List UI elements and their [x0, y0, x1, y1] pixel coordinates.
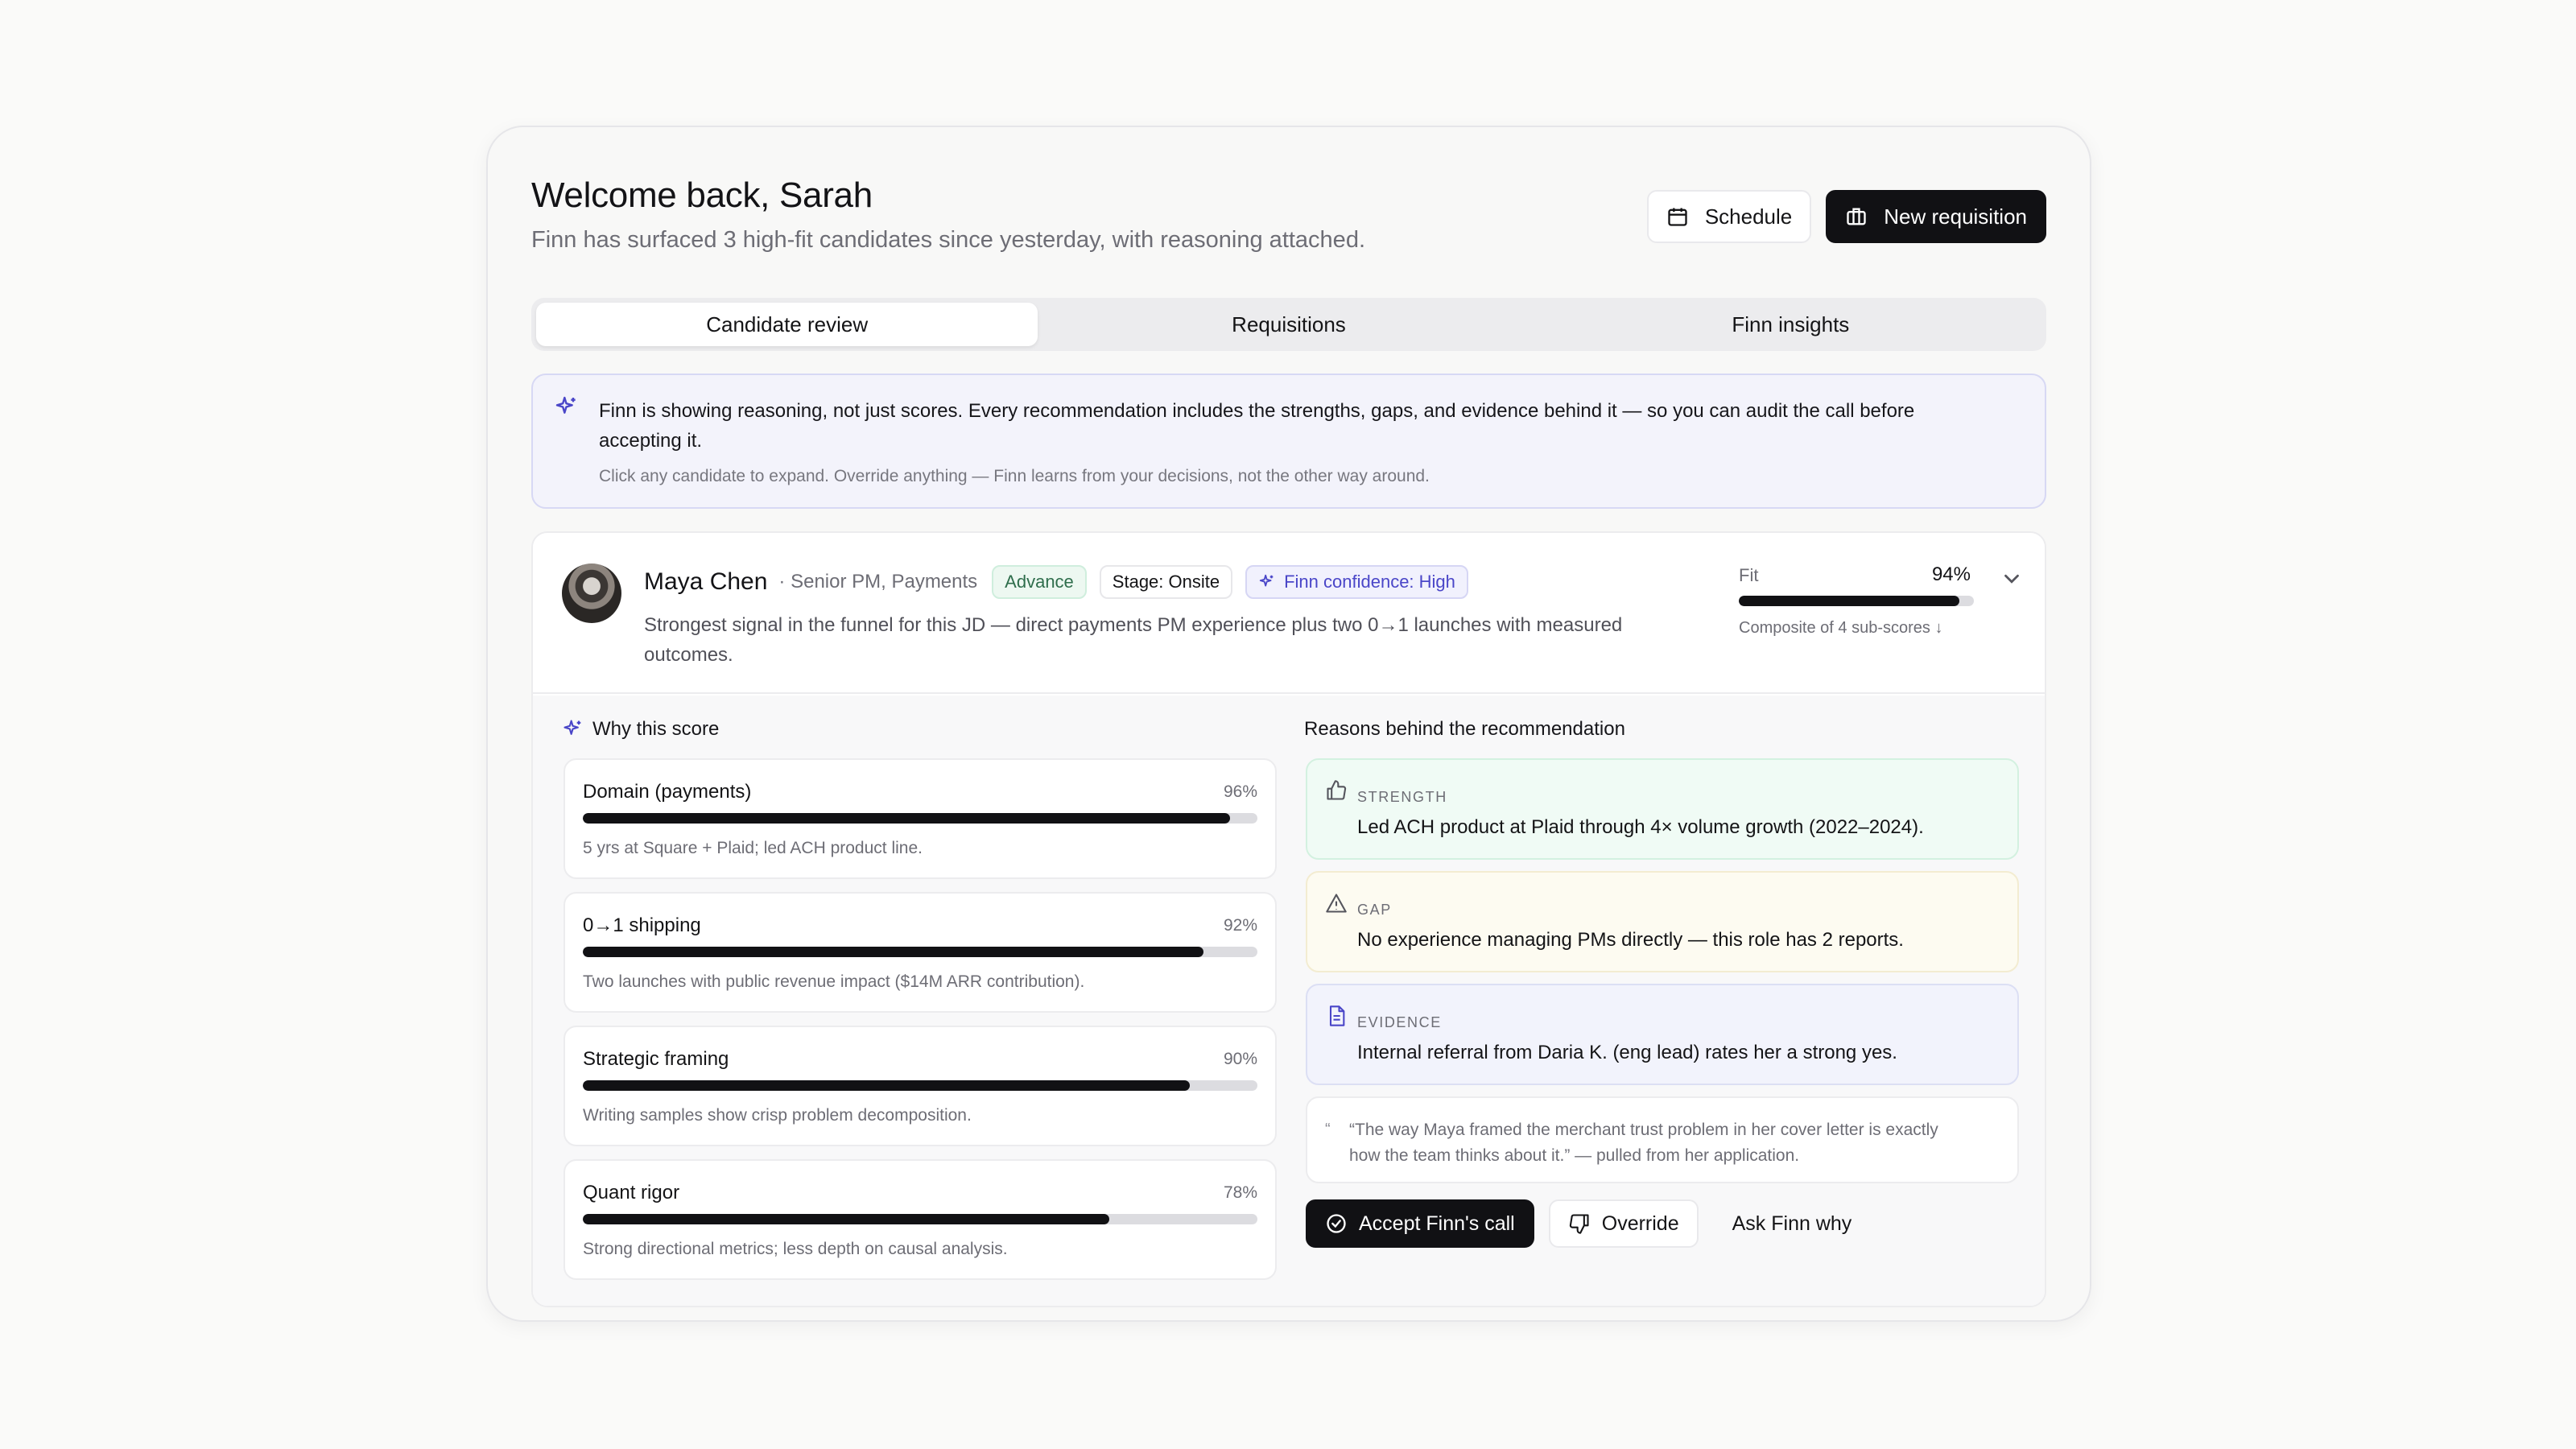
- sub-score-pct: 92%: [1223, 916, 1257, 935]
- fit-bar: [1739, 596, 1974, 606]
- accept-label: Accept Finn's call: [1359, 1212, 1515, 1235]
- sub-score-domain: Domain (payments) 96% 5 yrs at Square + …: [564, 758, 1277, 879]
- sub-score-note: Writing samples show crisp problem decom…: [583, 1106, 972, 1125]
- reason-text: Led ACH product at Plaid through 4× volu…: [1357, 816, 1924, 838]
- quote-icon: “: [1325, 1121, 1331, 1138]
- app-window: Welcome back, Sarah Finn has surfaced 3 …: [486, 126, 2091, 1322]
- tab-requisitions[interactable]: Requisitions: [1038, 303, 1539, 346]
- sub-score-bar-fill: [583, 813, 1231, 824]
- fit-bar-fill: [1739, 596, 1960, 606]
- tab-bar: Candidate review Requisitions Finn insig…: [531, 298, 2046, 351]
- reason-text: No experience managing PMs directly — th…: [1357, 929, 1904, 951]
- new-requisition-label: New requisition: [1884, 204, 2027, 229]
- reason-kind: STRENGTH: [1357, 789, 1447, 805]
- schedule-button[interactable]: Schedule: [1646, 190, 1812, 243]
- page-header: Welcome back, Sarah Finn has surfaced 3 …: [531, 175, 2046, 272]
- candidate-card-header[interactable]: Maya Chen · Senior PM, Payments Advance …: [533, 533, 2045, 694]
- tab-candidate-review[interactable]: Candidate review: [536, 303, 1038, 346]
- thumbs-down-icon: [1569, 1214, 1589, 1234]
- sub-score-pct: 90%: [1223, 1050, 1257, 1068]
- reason-list: STRENGTH Led ACH product at Plaid throug…: [1306, 758, 2019, 1248]
- quote-text: “The way Maya framed the merchant trust …: [1349, 1121, 1938, 1165]
- schedule-label: Schedule: [1704, 204, 1793, 229]
- candidate-name: Maya Chen: [644, 568, 768, 595]
- application-quote: “ “The way Maya framed the merchant trus…: [1306, 1096, 2019, 1183]
- sub-score-name: Strategic framing: [583, 1048, 729, 1070]
- sub-score-quant: Quant rigor 78% Strong directional metri…: [564, 1159, 1277, 1280]
- sub-score-pct: 78%: [1223, 1183, 1257, 1202]
- calendar-icon: [1668, 208, 1687, 226]
- reasons-title: Reasons behind the recommendation: [1304, 718, 1625, 740]
- banner-subtext: Click any candidate to expand. Override …: [599, 467, 1430, 485]
- decision-actions: Accept Finn's call Override Ask Finn why: [1306, 1199, 2019, 1248]
- candidate-card: Maya Chen · Senior PM, Payments Advance …: [531, 531, 2046, 1307]
- header-actions: Schedule New requisition: [1646, 190, 2046, 243]
- fit-note: Composite of 4 sub-scores ↓: [1739, 619, 1943, 637]
- sub-score-shipping: 0→1 shipping 92% Two launches with publi…: [564, 892, 1277, 1013]
- sub-score-list: Domain (payments) 96% 5 yrs at Square + …: [564, 758, 1277, 1293]
- thumbs-up-icon: [1327, 780, 1347, 800]
- why-score-label: Why this score: [592, 718, 720, 740]
- sparkle-icon: [555, 396, 576, 414]
- sparkle-icon: [1259, 574, 1274, 587]
- banner-text: Finn is showing reasoning, not just scor…: [599, 400, 1915, 452]
- candidate-title-row: Maya Chen · Senior PM, Payments Advance …: [644, 565, 1468, 599]
- tab-finn-insights[interactable]: Finn insights: [1540, 303, 2041, 346]
- sub-score-bar: [583, 1214, 1257, 1224]
- sub-score-bar-fill: [583, 1080, 1191, 1091]
- reason-evidence: EVIDENCE Internal referral from Daria K.…: [1306, 984, 2019, 1085]
- sub-score-bar: [583, 947, 1257, 957]
- reason-strength: STRENGTH Led ACH product at Plaid throug…: [1306, 758, 2019, 860]
- warning-icon: [1326, 894, 1347, 913]
- status-badge: Advance: [992, 565, 1087, 599]
- reasoning-banner: Finn is showing reasoning, not just scor…: [531, 374, 2046, 509]
- document-icon: [1329, 1005, 1345, 1026]
- sub-score-bar-fill: [583, 1214, 1109, 1224]
- sub-score-name: 0→1 shipping: [583, 914, 701, 936]
- sub-score-bar-fill: [583, 947, 1203, 957]
- reason-kind: EVIDENCE: [1357, 1014, 1442, 1030]
- fit-value: 94%: [1931, 564, 1971, 585]
- sub-score-note: Strong directional metrics; less depth o…: [583, 1240, 1008, 1258]
- override-button[interactable]: Override: [1548, 1199, 1699, 1248]
- sub-score-name: Domain (payments): [583, 781, 752, 803]
- sub-score-name: Quant rigor: [583, 1182, 680, 1203]
- reason-text: Internal referral from Daria K. (eng lea…: [1357, 1042, 1897, 1063]
- confidence-badge: Finn confidence: High: [1245, 565, 1468, 599]
- check-circle-icon: [1327, 1214, 1346, 1233]
- candidate-role: · Senior PM, Payments: [778, 571, 978, 592]
- sparkle-icon: [564, 720, 581, 735]
- ask-finn-button[interactable]: Ask Finn why: [1713, 1199, 1872, 1248]
- chevron-down-icon[interactable]: [2000, 567, 2024, 591]
- reason-gap: GAP No experience managing PMs directly …: [1306, 871, 2019, 972]
- accept-button[interactable]: Accept Finn's call: [1306, 1199, 1534, 1248]
- briefcase-icon: [1847, 208, 1866, 225]
- sub-score-pct: 96%: [1223, 782, 1257, 801]
- override-label: Override: [1601, 1212, 1679, 1235]
- why-score-title: Why this score: [562, 718, 719, 741]
- sub-score-note: Two launches with public revenue impact …: [583, 972, 1085, 991]
- candidate-details: Why this score Domain (payments) 96% 5 y…: [533, 696, 2045, 1306]
- reason-kind: GAP: [1357, 902, 1392, 918]
- sub-score-bar: [583, 1080, 1257, 1091]
- sub-score-note: 5 yrs at Square + Plaid; led ACH product…: [583, 839, 923, 857]
- avatar: [562, 564, 621, 623]
- sub-score-strategic: Strategic framing 90% Writing samples sh…: [564, 1026, 1277, 1146]
- candidate-summary: Strongest signal in the funnel for this …: [644, 614, 1623, 666]
- new-requisition-button[interactable]: New requisition: [1826, 190, 2046, 243]
- stage-badge: Stage: Onsite: [1099, 565, 1233, 599]
- confidence-label: Finn confidence: High: [1284, 572, 1455, 592]
- fit-score: Fit 94% Composite of 4 sub-scores ↓: [1739, 564, 1974, 638]
- sub-score-bar: [583, 813, 1257, 824]
